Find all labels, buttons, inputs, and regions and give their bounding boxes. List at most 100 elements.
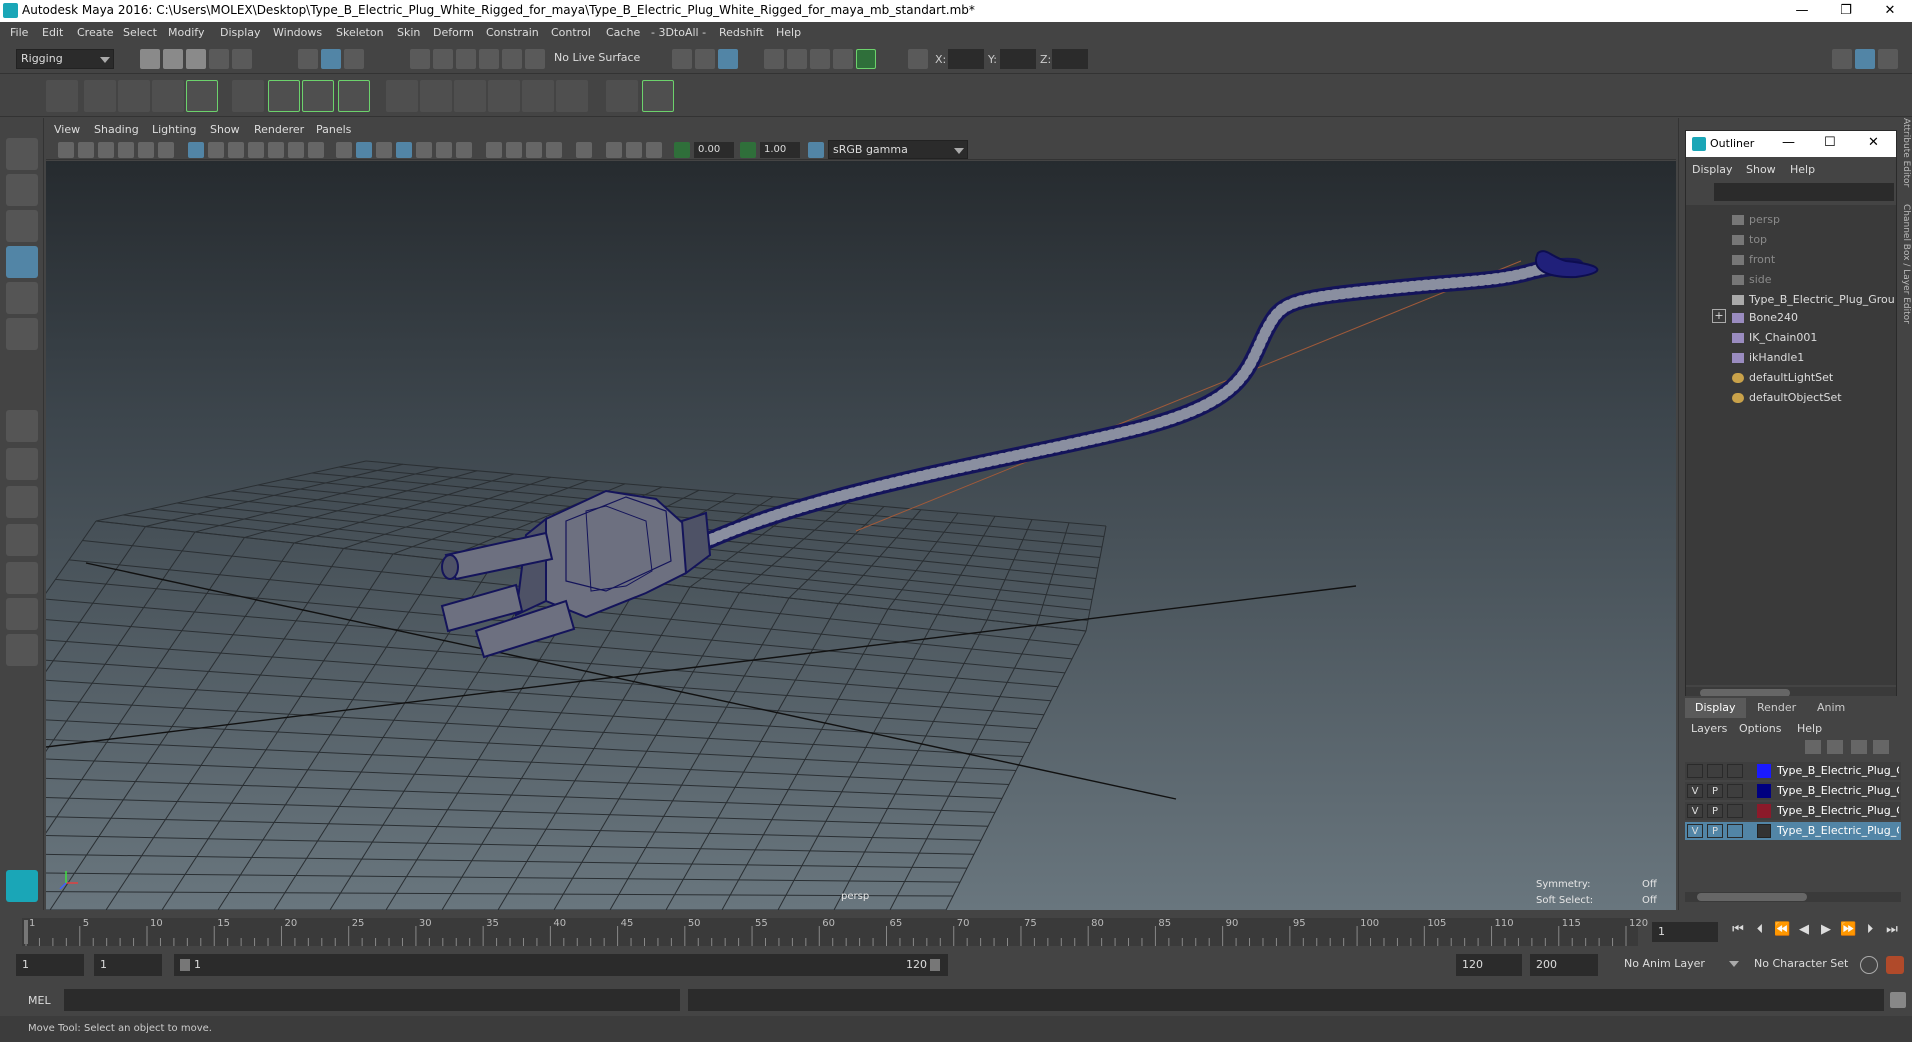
auto-key-icon[interactable]	[1860, 956, 1878, 974]
save-scene-icon[interactable]	[186, 49, 206, 69]
custom-layout-icon[interactable]	[6, 634, 38, 666]
outliner-item-bone[interactable]: Bone240	[1732, 309, 1798, 327]
command-input[interactable]	[64, 989, 680, 1011]
layer-row[interactable]: Type_B_Electric_Plug_C	[1685, 762, 1901, 780]
menu-redshift[interactable]: Redshift	[719, 26, 764, 39]
expand-icon[interactable]: +	[1712, 309, 1726, 323]
scale-tool-icon[interactable]	[6, 318, 38, 350]
persp-graph-icon[interactable]	[6, 524, 38, 556]
minimize-button[interactable]: —	[1780, 0, 1824, 22]
rotate-tool-icon[interactable]	[6, 282, 38, 314]
menu-constrain[interactable]: Constrain	[486, 26, 539, 39]
use-all-lights-icon[interactable]	[436, 142, 452, 158]
color-management-icon[interactable]	[808, 142, 824, 158]
outliner-item-persp[interactable]: persp	[1732, 211, 1780, 229]
layer-color-swatch[interactable]	[1757, 824, 1771, 838]
tab-display[interactable]: Display	[1685, 698, 1746, 718]
default-material-icon[interactable]	[376, 142, 392, 158]
outliner-menu-display[interactable]: Display	[1692, 163, 1733, 176]
outliner-item-ik-handle[interactable]: ikHandle1	[1732, 349, 1804, 367]
grease-pencil-icon[interactable]	[158, 142, 174, 158]
select-hierarchy-icon[interactable]	[298, 49, 318, 69]
output-ops-icon[interactable]	[695, 49, 715, 69]
z-field[interactable]	[1052, 49, 1088, 69]
minimize-icon[interactable]: —	[1782, 135, 1795, 150]
tab-anim[interactable]: Anim	[1807, 698, 1855, 718]
render-settings-icon[interactable]	[833, 49, 853, 69]
playback-start-field[interactable]: 1	[94, 954, 162, 976]
range-bar[interactable]: 1 120	[174, 954, 948, 976]
menu-3dtoall[interactable]: - 3DtoAll -	[651, 26, 706, 39]
snap-point-icon[interactable]	[456, 49, 476, 69]
new-layer-icon[interactable]	[1851, 740, 1867, 754]
x-field[interactable]	[948, 49, 984, 69]
cable-end-mesh[interactable]	[1535, 250, 1599, 279]
render-frame-icon[interactable]	[787, 49, 807, 69]
snap-view-icon[interactable]	[479, 49, 499, 69]
outliner-item-ik-chain[interactable]: IK_Chain001	[1732, 329, 1817, 347]
layer-visibility-toggle[interactable]	[1687, 764, 1703, 778]
ipr-render-icon[interactable]	[810, 49, 830, 69]
outliner-item-front[interactable]: front	[1732, 251, 1775, 269]
aim-constraint-icon[interactable]	[522, 80, 554, 112]
layer-display-type[interactable]	[1727, 824, 1743, 838]
panel-menu-shading[interactable]: Shading	[94, 123, 139, 136]
attribute-editor-tab[interactable]: Attribute Editor	[1897, 118, 1911, 198]
layer-playback-toggle[interactable]	[1707, 764, 1723, 778]
menu-control[interactable]: Control	[551, 26, 591, 39]
tab-render[interactable]: Render	[1747, 698, 1806, 718]
step-back-icon[interactable]: ⏴	[1752, 922, 1768, 938]
input-ops-icon[interactable]	[672, 49, 692, 69]
layer-row[interactable]: V P Type_B_Electric_Plug_Gro	[1685, 782, 1901, 800]
anim-layer-dropdown[interactable]: No Anim Layer	[1620, 954, 1742, 976]
safe-title-icon[interactable]	[308, 142, 324, 158]
restore-button[interactable]: ❐	[1824, 0, 1868, 22]
render-view-icon[interactable]	[764, 49, 784, 69]
orient-constraint-icon[interactable]	[454, 80, 486, 112]
depth-of-field-icon[interactable]	[546, 142, 562, 158]
layer-display-type[interactable]	[1727, 804, 1743, 818]
menu-modify[interactable]: Modify	[168, 26, 204, 39]
wireframe-on-shaded-icon[interactable]	[396, 142, 412, 158]
menu-help[interactable]: Help	[776, 26, 801, 39]
menu-skin[interactable]: Skin	[397, 26, 420, 39]
time-ruler[interactable]: 1 5 10 15 20 25 30 35 40 45 50 55 60 65 70 75 80 85 90 95 10…	[22, 912, 1662, 950]
undo-icon[interactable]	[209, 49, 229, 69]
lasso-tool-icon[interactable]	[6, 174, 38, 206]
panel-menu-lighting[interactable]: Lighting	[152, 123, 196, 136]
animation-preferences-icon[interactable]	[1886, 956, 1904, 974]
scene-canvas[interactable]	[46, 161, 1676, 910]
outliner-item-object-set[interactable]: defaultObjectSet	[1732, 389, 1842, 407]
play-backwards-icon[interactable]: ◀	[1796, 922, 1812, 938]
outliner-search-input[interactable]	[1714, 183, 1894, 201]
outliner-menu-help[interactable]: Help	[1790, 163, 1815, 176]
move-layer-down-icon[interactable]	[1827, 740, 1843, 754]
cable-mesh[interactable]	[677, 257, 1585, 560]
hypershade-layout-icon[interactable]	[6, 562, 38, 594]
2d-pan-zoom-icon[interactable]	[138, 142, 154, 158]
point-constraint-icon[interactable]	[420, 80, 452, 112]
view-transform-dropdown[interactable]: sRGB gamma	[828, 140, 968, 159]
camera-select-icon[interactable]	[58, 142, 74, 158]
snap-surface-icon[interactable]	[502, 49, 522, 69]
safe-action-icon[interactable]	[288, 142, 304, 158]
panel-menu-renderer[interactable]: Renderer	[254, 123, 304, 136]
layers-menu-help[interactable]: Help	[1797, 722, 1822, 735]
range-end-handle[interactable]	[930, 959, 940, 971]
select-object-icon[interactable]	[321, 49, 341, 69]
wrap-icon[interactable]	[302, 80, 334, 112]
tool-settings-icon[interactable]	[1878, 49, 1898, 69]
xray-active-icon[interactable]	[626, 142, 642, 158]
current-time-marker[interactable]	[24, 920, 28, 944]
menu-windows[interactable]: Windows	[273, 26, 322, 39]
script-editor-icon[interactable]	[1890, 992, 1906, 1008]
layer-visibility-toggle[interactable]: V	[1687, 784, 1703, 798]
mirror-joint-icon[interactable]	[118, 80, 150, 112]
new-layer-selected-icon[interactable]	[1873, 740, 1889, 754]
open-scene-icon[interactable]	[163, 49, 183, 69]
grid-icon[interactable]	[188, 142, 204, 158]
range-start-handle[interactable]	[180, 959, 190, 971]
menu-file[interactable]: File	[10, 26, 28, 39]
persp-outliner-icon[interactable]	[6, 486, 38, 518]
joint-tool-icon[interactable]	[46, 80, 78, 112]
